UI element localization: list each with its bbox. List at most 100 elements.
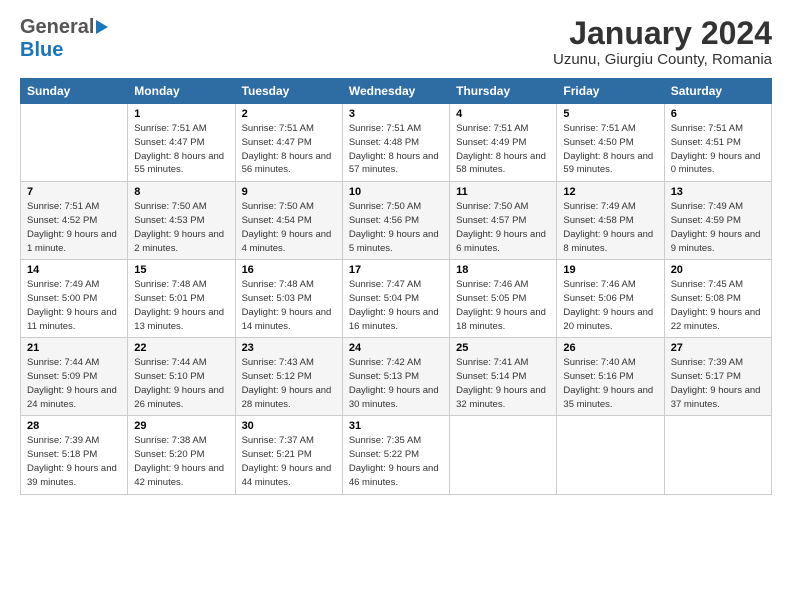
calendar-cell: 3Sunrise: 7:51 AMSunset: 4:48 PMDaylight… — [342, 104, 449, 182]
day-number: 29 — [134, 420, 228, 432]
day-number: 22 — [134, 342, 228, 354]
calendar-cell: 25 Sunrise: 7:41 AMSunset: 5:14 PMDayligh… — [450, 338, 557, 416]
week-row-5: 28 Sunrise: 7:39 AMSunset: 5:18 PMDayligh… — [21, 416, 772, 494]
day-info: Sunrise: 7:51 AMSunset: 4:51 PMDaylight:… — [671, 122, 765, 177]
day-info: Sunrise: 7:49 AMSunset: 4:58 PMDaylight:… — [563, 200, 657, 255]
week-row-2: 7 Sunrise: 7:51 AMSunset: 4:52 PMDaylight… — [21, 182, 772, 260]
day-number: 8 — [134, 186, 228, 198]
header-row: SundayMondayTuesdayWednesdayThursdayFrid… — [21, 79, 772, 104]
calendar-cell: 21 Sunrise: 7:44 AMSunset: 5:09 PMDayligh… — [21, 338, 128, 416]
calendar-cell: 12 Sunrise: 7:49 AMSunset: 4:58 PMDayligh… — [557, 182, 664, 260]
day-info: Sunrise: 7:43 AMSunset: 5:12 PMDaylight:… — [242, 356, 336, 411]
day-info: Sunrise: 7:47 AMSunset: 5:04 PMDaylight:… — [349, 278, 443, 333]
day-number: 4 — [456, 108, 550, 120]
calendar-cell: 5Sunrise: 7:51 AMSunset: 4:50 PMDaylight… — [557, 104, 664, 182]
day-header-tuesday: Tuesday — [235, 79, 342, 104]
day-info: Sunrise: 7:40 AMSunset: 5:16 PMDaylight:… — [563, 356, 657, 411]
day-info: Sunrise: 7:49 AMSunset: 4:59 PMDaylight:… — [671, 200, 765, 255]
day-number: 3 — [349, 108, 443, 120]
day-number: 1 — [134, 108, 228, 120]
day-number: 31 — [349, 420, 443, 432]
day-info: Sunrise: 7:46 AMSunset: 5:05 PMDaylight:… — [456, 278, 550, 333]
day-header-monday: Monday — [128, 79, 235, 104]
calendar-cell: 30 Sunrise: 7:37 AMSunset: 5:21 PMDayligh… — [235, 416, 342, 494]
logo-arrow-icon — [96, 20, 108, 34]
day-number: 6 — [671, 108, 765, 120]
day-number: 11 — [456, 186, 550, 198]
day-info: Sunrise: 7:46 AMSunset: 5:06 PMDaylight:… — [563, 278, 657, 333]
day-number: 24 — [349, 342, 443, 354]
title-section: January 2024 Uzunu, Giurgiu County, Roma… — [553, 16, 772, 68]
day-header-friday: Friday — [557, 79, 664, 104]
calendar-cell: 11 Sunrise: 7:50 AMSunset: 4:57 PMDayligh… — [450, 182, 557, 260]
day-number: 28 — [27, 420, 121, 432]
calendar-cell: 18 Sunrise: 7:46 AMSunset: 5:05 PMDayligh… — [450, 260, 557, 338]
day-number: 26 — [563, 342, 657, 354]
day-number: 20 — [671, 264, 765, 276]
day-info: Sunrise: 7:51 AMSunset: 4:52 PMDaylight:… — [27, 200, 121, 255]
calendar-cell: 9Sunrise: 7:50 AMSunset: 4:54 PMDaylight… — [235, 182, 342, 260]
day-info: Sunrise: 7:35 AMSunset: 5:22 PMDaylight:… — [349, 434, 443, 489]
calendar-cell — [664, 416, 771, 494]
day-number: 7 — [27, 186, 121, 198]
calendar-cell: 27Sunrise: 7:39 AMSunset: 5:17 PMDayligh… — [664, 338, 771, 416]
calendar-cell: 13Sunrise: 7:49 AMSunset: 4:59 PMDayligh… — [664, 182, 771, 260]
week-row-1: 1 Sunrise: 7:51 AMSunset: 4:47 PMDaylight… — [21, 104, 772, 182]
calendar-cell: 22Sunrise: 7:44 AMSunset: 5:10 PMDayligh… — [128, 338, 235, 416]
day-info: Sunrise: 7:48 AMSunset: 5:01 PMDaylight:… — [134, 278, 228, 333]
calendar-cell: 26 Sunrise: 7:40 AMSunset: 5:16 PMDayligh… — [557, 338, 664, 416]
day-info: Sunrise: 7:49 AMSunset: 5:00 PMDaylight:… — [27, 278, 121, 333]
logo: General Blue — [20, 16, 108, 62]
day-info: Sunrise: 7:50 AMSunset: 4:56 PMDaylight:… — [349, 200, 443, 255]
day-header-sunday: Sunday — [21, 79, 128, 104]
day-number: 10 — [349, 186, 443, 198]
calendar-cell: 4 Sunrise: 7:51 AMSunset: 4:49 PMDaylight… — [450, 104, 557, 182]
calendar-cell: 10 Sunrise: 7:50 AMSunset: 4:56 PMDayligh… — [342, 182, 449, 260]
calendar-cell: 15 Sunrise: 7:48 AMSunset: 5:01 PMDayligh… — [128, 260, 235, 338]
calendar-cell — [557, 416, 664, 494]
day-header-wednesday: Wednesday — [342, 79, 449, 104]
day-info: Sunrise: 7:51 AMSunset: 4:50 PMDaylight:… — [563, 122, 657, 177]
calendar-cell: 7 Sunrise: 7:51 AMSunset: 4:52 PMDaylight… — [21, 182, 128, 260]
day-info: Sunrise: 7:50 AMSunset: 4:54 PMDaylight:… — [242, 200, 336, 255]
day-info: Sunrise: 7:41 AMSunset: 5:14 PMDaylight:… — [456, 356, 550, 411]
day-number: 25 — [456, 342, 550, 354]
calendar-cell: 8 Sunrise: 7:50 AMSunset: 4:53 PMDaylight… — [128, 182, 235, 260]
day-number: 17 — [349, 264, 443, 276]
calendar-cell: 17 Sunrise: 7:47 AMSunset: 5:04 PMDayligh… — [342, 260, 449, 338]
calendar-cell: 28 Sunrise: 7:39 AMSunset: 5:18 PMDayligh… — [21, 416, 128, 494]
day-number: 2 — [242, 108, 336, 120]
day-number: 30 — [242, 420, 336, 432]
day-info: Sunrise: 7:39 AMSunset: 5:18 PMDaylight:… — [27, 434, 121, 489]
day-number: 18 — [456, 264, 550, 276]
calendar-cell: 16Sunrise: 7:48 AMSunset: 5:03 PMDayligh… — [235, 260, 342, 338]
day-info: Sunrise: 7:51 AMSunset: 4:47 PMDaylight:… — [134, 122, 228, 177]
day-info: Sunrise: 7:37 AMSunset: 5:21 PMDaylight:… — [242, 434, 336, 489]
day-number: 14 — [27, 264, 121, 276]
calendar-cell: 6 Sunrise: 7:51 AMSunset: 4:51 PMDaylight… — [664, 104, 771, 182]
week-row-4: 21 Sunrise: 7:44 AMSunset: 5:09 PMDayligh… — [21, 338, 772, 416]
calendar-cell: 24Sunrise: 7:42 AMSunset: 5:13 PMDayligh… — [342, 338, 449, 416]
day-number: 19 — [563, 264, 657, 276]
day-number: 23 — [242, 342, 336, 354]
day-info: Sunrise: 7:50 AMSunset: 4:53 PMDaylight:… — [134, 200, 228, 255]
day-header-saturday: Saturday — [664, 79, 771, 104]
day-info: Sunrise: 7:44 AMSunset: 5:09 PMDaylight:… — [27, 356, 121, 411]
calendar-cell — [21, 104, 128, 182]
calendar-table: SundayMondayTuesdayWednesdayThursdayFrid… — [20, 78, 772, 494]
calendar-cell: 29 Sunrise: 7:38 AMSunset: 5:20 PMDayligh… — [128, 416, 235, 494]
logo-general: General — [20, 16, 94, 39]
day-number: 12 — [563, 186, 657, 198]
day-number: 16 — [242, 264, 336, 276]
week-row-3: 14 Sunrise: 7:49 AMSunset: 5:00 PMDayligh… — [21, 260, 772, 338]
day-number: 21 — [27, 342, 121, 354]
calendar-cell — [450, 416, 557, 494]
day-number: 15 — [134, 264, 228, 276]
calendar-cell: 31 Sunrise: 7:35 AMSunset: 5:22 PMDayligh… — [342, 416, 449, 494]
day-info: Sunrise: 7:50 AMSunset: 4:57 PMDaylight:… — [456, 200, 550, 255]
day-info: Sunrise: 7:38 AMSunset: 5:20 PMDaylight:… — [134, 434, 228, 489]
calendar-subtitle: Uzunu, Giurgiu County, Romania — [553, 51, 772, 68]
day-info: Sunrise: 7:51 AMSunset: 4:47 PMDaylight:… — [242, 122, 336, 177]
day-info: Sunrise: 7:51 AMSunset: 4:49 PMDaylight:… — [456, 122, 550, 177]
calendar-title: January 2024 — [553, 16, 772, 51]
